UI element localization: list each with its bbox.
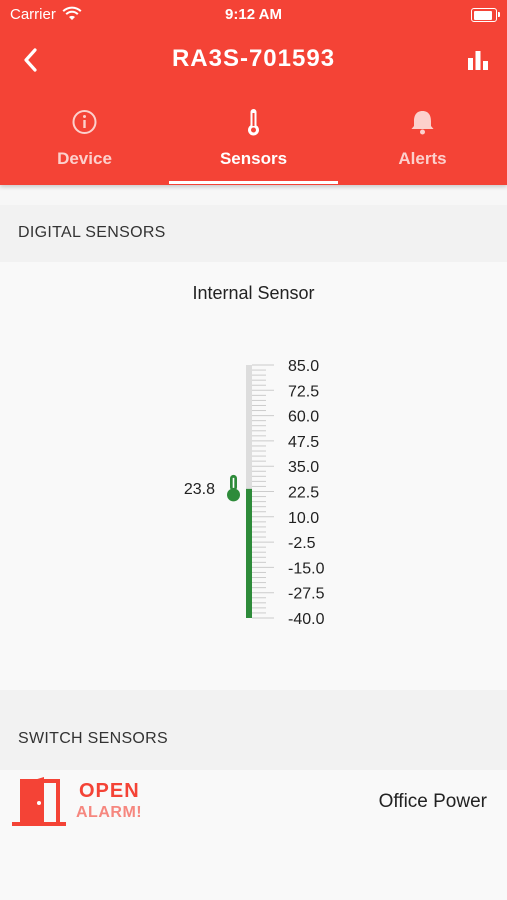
gauge-tick-label: 60.0 bbox=[288, 409, 319, 426]
bell-icon bbox=[411, 111, 434, 135]
temperature-gauge: 85.0 72.5 60.0 47.5 35.0 22.5 10.0 -2.5 -15.0 -27… bbox=[184, 358, 325, 628]
tab-sensors[interactable]: Sensors bbox=[169, 100, 338, 185]
switch-sensor-row[interactable] bbox=[0, 770, 507, 900]
gauge-tick-label: 10.0 bbox=[288, 510, 319, 527]
gauge-fill bbox=[246, 488, 252, 618]
tab-alerts[interactable]: Alerts bbox=[338, 100, 507, 185]
chart-icon[interactable] bbox=[467, 49, 489, 71]
gauge-tick-label: -27.5 bbox=[288, 586, 325, 603]
alarm-label: ALARM! bbox=[76, 804, 143, 821]
switch-state-label: OPEN bbox=[79, 780, 140, 802]
gauge-tick-label: 22.5 bbox=[288, 485, 319, 502]
gauge-tick-label: 47.5 bbox=[288, 434, 319, 451]
gauge-value-label: 23.8 bbox=[184, 481, 215, 498]
digital-sensors-heading: DIGITAL SENSORS bbox=[18, 224, 166, 241]
tab-alerts-label: Alerts bbox=[398, 149, 447, 168]
switch-sensor-name: Office Power bbox=[378, 791, 487, 812]
switch-sensors-header: SWITCH SENSORS bbox=[0, 690, 507, 770]
switch-sensors-heading: SWITCH SENSORS bbox=[18, 730, 168, 747]
page-title: RA3S-701593 bbox=[171, 45, 336, 72]
status-time: 9:12 AM bbox=[225, 6, 282, 23]
gauge-tick-label: -15.0 bbox=[288, 560, 325, 577]
sensor-name: Internal Sensor bbox=[192, 283, 315, 303]
gauge-tick-label: -2.5 bbox=[288, 535, 316, 552]
tab-device[interactable]: Device bbox=[0, 100, 169, 185]
gauge-tick-label: 85.0 bbox=[288, 358, 319, 375]
tab-device-label: Device bbox=[57, 149, 112, 168]
nav-bar: RA3S-701593 bbox=[0, 35, 507, 85]
battery-icon bbox=[471, 8, 500, 22]
active-tab-indicator bbox=[169, 181, 338, 184]
gauge-tick-label: -40.0 bbox=[288, 611, 325, 628]
value-marker-bulb bbox=[227, 488, 240, 502]
digital-sensors-header: DIGITAL SENSORS bbox=[0, 205, 507, 262]
value-marker-stem bbox=[232, 477, 235, 488]
app-header: Carrier 9:12 AM RA3S-701593 Device Senso… bbox=[0, 0, 507, 185]
thermometer-icon bbox=[248, 109, 259, 136]
gauge-tick-label: 35.0 bbox=[288, 459, 319, 476]
tab-sensors-label: Sensors bbox=[219, 149, 288, 168]
info-icon bbox=[72, 110, 97, 134]
open-door-icon bbox=[12, 777, 66, 826]
gauge-tick-label: 72.5 bbox=[288, 383, 319, 400]
tab-bar: Device Sensors Alerts bbox=[0, 100, 507, 185]
status-bar: Carrier 9:12 AM bbox=[0, 0, 507, 28]
